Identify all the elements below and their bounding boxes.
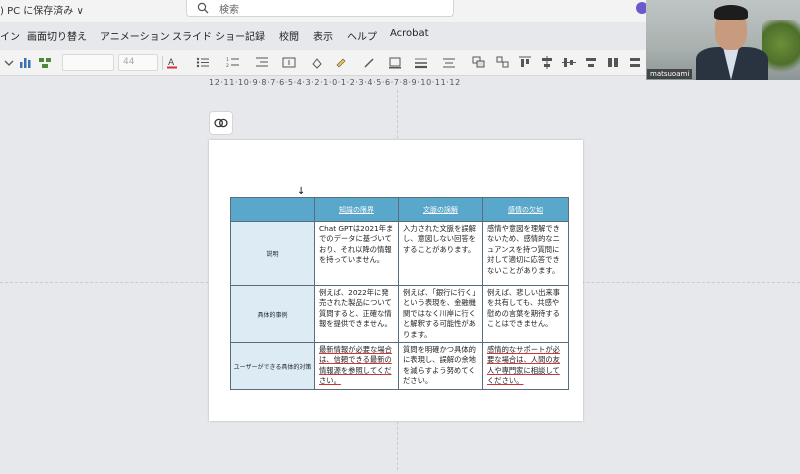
distribute-icon[interactable] bbox=[584, 56, 598, 69]
table-row: 説明 Chat GPTは2021年までのデータに基づいており、それ以降の情報を持… bbox=[230, 221, 569, 286]
tab-design[interactable]: イン bbox=[0, 28, 20, 43]
font-name-field[interactable] bbox=[62, 54, 114, 71]
text-direction-icon[interactable] bbox=[282, 56, 296, 69]
tab-slideshow[interactable]: スライド ショー bbox=[172, 28, 245, 43]
slide-canvas[interactable]: ↓ 知識の限界 文脈の誤解 感情の欠如 説明 Chat GPTは2021年までの… bbox=[209, 140, 583, 421]
svg-text:2: 2 bbox=[226, 63, 229, 69]
highlight-icon[interactable] bbox=[334, 56, 348, 69]
table-row: ユーザーができる具体的対策 最新情報が必要な場合は、信頼できる最新の情報源を参照… bbox=[230, 342, 569, 391]
table-cell[interactable]: 感情や意図を理解できないため、感情的なニュアンスを持つ質問に対して適切に応答でき… bbox=[482, 221, 569, 286]
chart-icon[interactable] bbox=[18, 56, 32, 69]
webcam-feed[interactable]: matsuoami bbox=[646, 0, 800, 80]
table-cell[interactable]: 最新情報が必要な場合は、信頼できる最新の情報源を参照してください。 bbox=[314, 342, 399, 391]
font-size-field[interactable]: 44 bbox=[118, 54, 158, 71]
align-top-icon[interactable] bbox=[518, 56, 532, 69]
comparison-table[interactable]: 知識の限界 文脈の誤解 感情の欠如 説明 Chat GPTは2021年までのデー… bbox=[230, 197, 569, 391]
ribbon-tabs: イン 画面切り替え アニメーション スライド ショー 記録 校閲 表示 ヘルプ … bbox=[0, 28, 650, 48]
toolbar-divider bbox=[162, 56, 163, 70]
pen-icon[interactable] bbox=[362, 56, 376, 69]
numbering-icon[interactable]: 12 bbox=[226, 56, 240, 69]
search-input[interactable]: 検索 bbox=[219, 1, 239, 16]
tab-review[interactable]: 校閲 bbox=[279, 28, 299, 43]
search-icon bbox=[197, 2, 209, 14]
row-label-examples[interactable]: 具体的事例 bbox=[230, 284, 315, 344]
table-header-context-misunderstanding[interactable]: 文脈の誤解 bbox=[398, 197, 483, 222]
line-weight-icon[interactable] bbox=[414, 56, 428, 69]
table-row: 具体的事例 例えば、2022年に発売された製品について質問すると、正確な情報を提… bbox=[230, 284, 569, 344]
tab-view[interactable]: 表示 bbox=[313, 28, 333, 43]
save-status[interactable]: ) PC に保存済み ∨ bbox=[0, 2, 84, 17]
tab-transitions[interactable]: 画面切り替え bbox=[27, 28, 87, 43]
more-options-icon[interactable] bbox=[628, 56, 642, 69]
designer-icon bbox=[214, 118, 228, 128]
table-cell[interactable]: 例えば、「銀行に行く」という表現を、金融機関ではなく川岸に行くと解釈する可能性が… bbox=[398, 284, 483, 344]
table-header-knowledge-limit[interactable]: 知識の限界 bbox=[314, 197, 399, 222]
table-cell[interactable]: 質問を明確かつ具体的に表現し、誤解の余地を減らすよう努めてください。 bbox=[398, 342, 483, 391]
shape-fill-icon[interactable] bbox=[310, 56, 324, 69]
table-cell[interactable]: 入力された文脈を誤解し、意図しない回答をすることがあります。 bbox=[398, 221, 483, 286]
row-label-user-measures[interactable]: ユーザーができる具体的対策 bbox=[230, 342, 315, 391]
participant-name-tag: matsuoami bbox=[647, 69, 693, 79]
tab-help[interactable]: ヘルプ bbox=[347, 28, 377, 43]
tab-animations[interactable]: アニメーション bbox=[100, 28, 170, 43]
table-cell[interactable]: Chat GPTは2021年までのデータに基づいており、それ以降の情報を持ってい… bbox=[314, 221, 399, 286]
table-cell[interactable]: 例えば、2022年に発売された製品について質問すると、正確な情報を提供できません… bbox=[314, 284, 399, 344]
align-center-icon[interactable] bbox=[540, 56, 554, 69]
arrange-icon[interactable] bbox=[472, 56, 486, 69]
indent-icon[interactable] bbox=[255, 56, 269, 69]
group-icon[interactable] bbox=[496, 56, 510, 69]
rotate-icon[interactable] bbox=[606, 56, 620, 69]
row-label-description[interactable]: 説明 bbox=[230, 221, 315, 286]
table-header-empty[interactable] bbox=[230, 197, 315, 222]
horizontal-ruler[interactable]: 12·11·10·9·8·7·6·5·4·3·2·1·0·1·2·3·4·5·6… bbox=[209, 78, 583, 90]
presenter-hair bbox=[714, 5, 748, 20]
align-middle-icon[interactable] bbox=[562, 56, 576, 69]
table-cell[interactable]: 感情的なサポートが必要な場合は、人間の友人や専門家に相談してください。 bbox=[482, 342, 569, 391]
align-icon[interactable] bbox=[442, 56, 456, 69]
table-header-emotion-lack[interactable]: 感情の欠如 bbox=[482, 197, 569, 222]
bullets-icon[interactable] bbox=[196, 56, 210, 69]
chevron-down-icon[interactable] bbox=[2, 56, 16, 69]
svg-text:1: 1 bbox=[226, 57, 229, 63]
tab-acrobat[interactable]: Acrobat bbox=[390, 28, 429, 39]
designer-button[interactable] bbox=[209, 111, 233, 135]
table-cell[interactable]: 例えば、悲しい出来事を共有しても、共感や慰めの言葉を期待することはできません。 bbox=[482, 284, 569, 344]
tab-record[interactable]: 記録 bbox=[245, 28, 265, 43]
font-color-icon[interactable]: A bbox=[166, 56, 180, 69]
smartart-icon[interactable] bbox=[38, 56, 52, 69]
search-box[interactable]: 検索 bbox=[186, 0, 454, 17]
shape-outline-icon[interactable] bbox=[388, 56, 402, 69]
cursor-arrow: ↓ bbox=[297, 186, 306, 197]
